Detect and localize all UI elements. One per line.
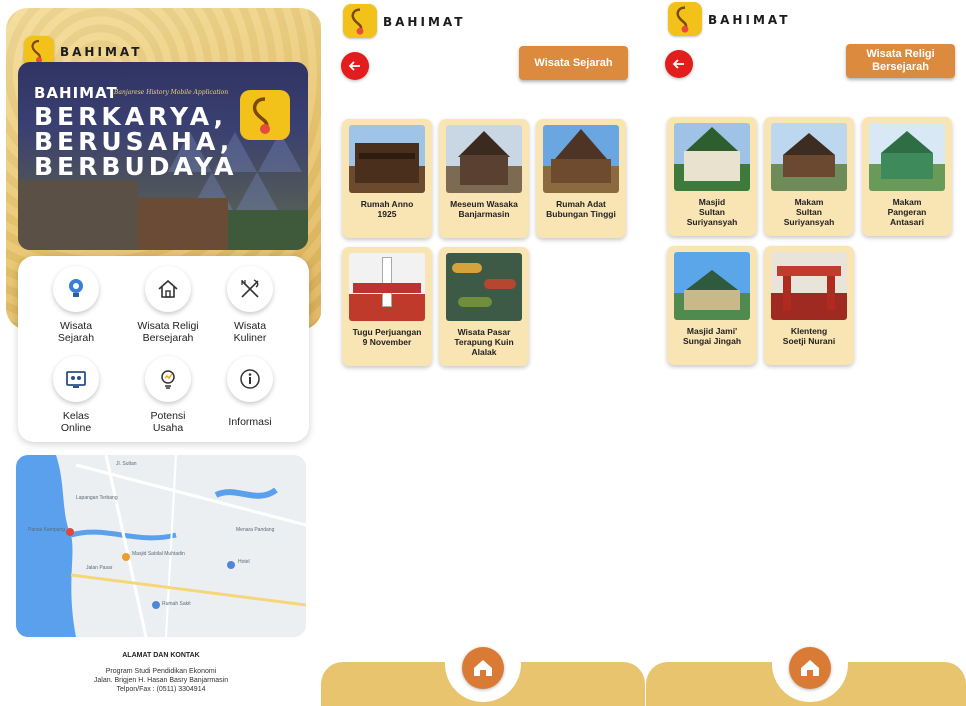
brand-name: BAHIMAT xyxy=(60,45,143,59)
home-icon xyxy=(801,660,819,676)
menu-label: Wisata Kuliner xyxy=(233,320,267,344)
place-name: Masjid Jami' Sungai Jingah xyxy=(682,326,742,346)
arrow-left-icon xyxy=(672,59,684,69)
slogan-line: BERBUDAYA xyxy=(34,152,238,181)
hero-banner: BAHIMAT Banjarese History Mobile Applica… xyxy=(18,62,308,250)
map-label: Lapangan Terbang xyxy=(76,495,118,501)
place-card[interactable]: Wisata Pasar Terapung Kuin Alalak xyxy=(439,247,529,366)
contact-line: Telpon/Fax : (0511) 3304914 xyxy=(116,686,206,693)
home-icon xyxy=(474,660,492,676)
menu-potensi-usaha[interactable]: Potensi Usaha xyxy=(122,356,214,434)
menu-label: Informasi xyxy=(228,416,272,428)
map-label: Jalan Pasar xyxy=(86,565,113,571)
home-button[interactable] xyxy=(462,647,504,689)
place-photo xyxy=(674,123,750,191)
map-label: Pantai Kampung xyxy=(28,527,65,533)
brand-name: BAHIMAT xyxy=(708,13,791,27)
contact-line: Program Studi Pendidikan Ekonomi xyxy=(105,668,217,675)
wisata-sejarah-screen: BAHIMAT Wisata Sejarah Rumah Anno 1925 M… xyxy=(321,0,645,706)
menu-wisata-sejarah[interactable]: Wisata Sejarah xyxy=(30,266,122,344)
contact-line: Jalan. Brigjen H. Hasan Basry Banjarmasi… xyxy=(93,677,229,684)
menu-informasi[interactable]: Informasi xyxy=(204,356,296,428)
place-photo xyxy=(674,252,750,320)
place-photo xyxy=(543,125,619,193)
slogan-line: BERUSAHA, xyxy=(34,127,234,156)
place-name: Rumah Anno 1925 xyxy=(360,199,414,219)
contact-title: ALAMAT DAN KONTAK xyxy=(122,652,200,659)
monitor-class-icon xyxy=(53,356,99,402)
lightbulb-pin-icon xyxy=(53,266,99,312)
place-card[interactable]: Klenteng Soetji Nurani xyxy=(764,246,854,365)
place-photo xyxy=(446,253,522,321)
wisata-religi-screen: BAHIMAT Wisata Religi Bersejarah Masjid … xyxy=(646,0,966,706)
home-screen: BAHIMAT BAHIMAT Banjarese History Mobile… xyxy=(0,0,322,706)
place-photo xyxy=(869,123,945,191)
page-title-button[interactable]: Wisata Sejarah xyxy=(519,46,628,80)
place-card[interactable]: Masjid Sultan Suriyansyah xyxy=(667,117,757,236)
menu-wisata-kuliner[interactable]: Wisata Kuliner xyxy=(204,266,296,344)
menu-label: Wisata Sejarah xyxy=(57,320,95,344)
slogan-line: BERKARYA, xyxy=(34,102,228,131)
hero-slogan: BERKARYA, BERUSAHA, BERBUDAYA xyxy=(34,104,238,179)
growth-idea-icon xyxy=(145,356,191,402)
place-name: Klenteng Soetji Nurani xyxy=(782,326,836,346)
map-label: Hotel xyxy=(238,559,250,565)
menu-card: Wisata Sejarah Wisata Religi Bersejarah … xyxy=(18,256,309,442)
menu-label: Wisata Religi Bersejarah xyxy=(137,320,199,344)
brand-name: BAHIMAT xyxy=(383,15,466,29)
place-card[interactable]: Meseum Wasaka Banjarmasin xyxy=(439,119,529,238)
place-card[interactable]: Tugu Perjuangan 9 November xyxy=(342,247,432,366)
place-photo xyxy=(349,125,425,193)
map-label: Menara Pandang xyxy=(236,527,275,533)
app-logo-icon xyxy=(343,4,377,38)
menu-kelas-online[interactable]: Kelas Online xyxy=(30,356,122,434)
menu-wisata-religi[interactable]: Wisata Religi Bersejarah xyxy=(122,266,214,344)
place-photo xyxy=(771,123,847,191)
place-name: Rumah Adat Bubungan Tinggi xyxy=(546,199,616,219)
fork-knife-icon xyxy=(227,266,273,312)
app-logo-icon xyxy=(668,2,702,36)
place-name: Meseum Wasaka Banjarmasin xyxy=(450,199,518,219)
menu-label: Potensi Usaha xyxy=(150,410,186,434)
back-button[interactable] xyxy=(665,50,693,78)
place-name: Makam Sultan Suriyansyah xyxy=(783,197,835,227)
map-label: Masjid Sabilal Muhtadin xyxy=(132,551,185,557)
house-icon xyxy=(145,266,191,312)
menu-label: Kelas Online xyxy=(60,410,92,434)
page-title-button[interactable]: Wisata Religi Bersejarah xyxy=(846,44,955,78)
info-icon xyxy=(227,356,273,402)
place-card[interactable]: Makam Sultan Suriyansyah xyxy=(764,117,854,236)
map-label: Rumah Sakit xyxy=(162,601,191,607)
hero-title: BAHIMAT xyxy=(34,84,118,102)
place-card[interactable]: Rumah Anno 1925 xyxy=(342,119,432,238)
back-button[interactable] xyxy=(341,52,369,80)
place-photo xyxy=(446,125,522,193)
arrow-left-icon xyxy=(348,61,360,71)
place-name: Makam Pangeran Antasari xyxy=(887,197,927,227)
hero-subtitle: Banjarese History Mobile Application xyxy=(114,89,229,96)
hero-logo-icon xyxy=(240,90,290,140)
place-photo xyxy=(349,253,425,321)
place-name: Wisata Pasar Terapung Kuin Alalak xyxy=(454,327,514,357)
map-label: Jl. Sultan xyxy=(116,461,137,467)
location-map[interactable]: Jl. Sultan Pantai Kampung Lapangan Terba… xyxy=(16,455,306,637)
place-card[interactable]: Masjid Jami' Sungai Jingah xyxy=(667,246,757,365)
place-photo xyxy=(771,252,847,320)
place-name: Masjid Sultan Suriyansyah xyxy=(686,197,738,227)
place-name: Tugu Perjuangan 9 November xyxy=(352,327,422,347)
place-card[interactable]: Makam Pangeran Antasari xyxy=(862,117,952,236)
place-card[interactable]: Rumah Adat Bubungan Tinggi xyxy=(536,119,626,238)
home-button[interactable] xyxy=(789,647,831,689)
